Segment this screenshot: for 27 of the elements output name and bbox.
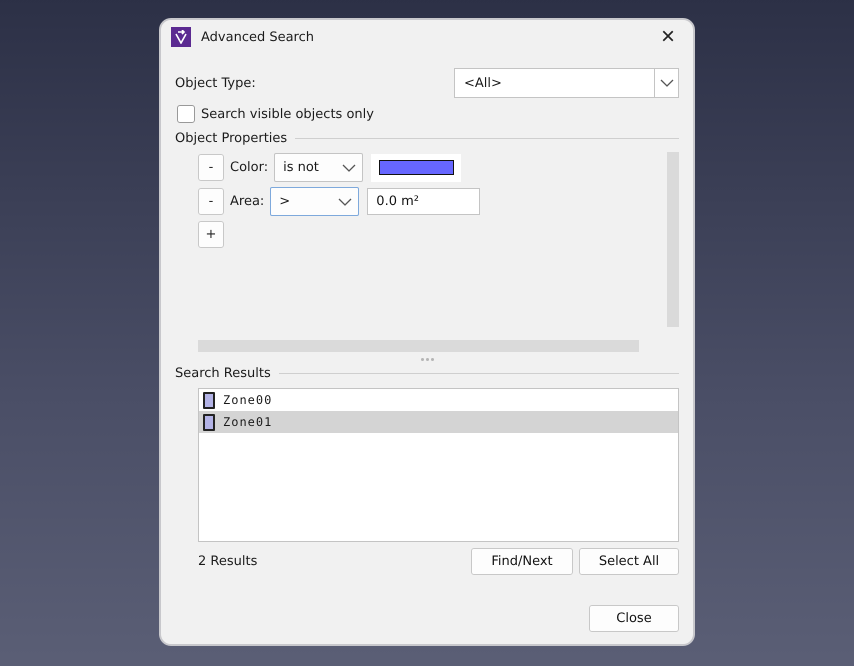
condition-label: Color:	[230, 160, 268, 175]
remove-condition-button[interactable]: -	[198, 188, 224, 215]
result-item[interactable]: Zone00	[199, 389, 678, 411]
object-type-label: Object Type:	[175, 76, 256, 90]
condition-label: Area:	[230, 194, 264, 209]
color-picker[interactable]	[371, 154, 462, 182]
window-title: Advanced Search	[201, 30, 316, 44]
result-item[interactable]: Zone01	[199, 411, 678, 433]
find-next-button[interactable]: Find/Next	[471, 548, 573, 575]
remove-condition-button[interactable]: -	[198, 154, 224, 181]
object-type-dropdown[interactable]: <All>	[454, 68, 679, 98]
visible-only-checkbox[interactable]	[177, 105, 195, 123]
app-logo-icon	[171, 27, 191, 47]
caret-icon	[660, 79, 674, 87]
close-dialog-button[interactable]: Close	[589, 605, 679, 632]
select-all-button[interactable]: Select All	[579, 548, 679, 575]
caret-icon	[342, 164, 356, 172]
visible-only-label: Search visible objects only	[201, 106, 374, 122]
results-count: 2 Results	[198, 554, 258, 569]
operator-dropdown[interactable]: >	[270, 187, 360, 216]
section-heading: Object Properties	[175, 131, 288, 146]
add-condition-button[interactable]: +	[198, 221, 224, 248]
operator-dropdown[interactable]: is not	[274, 153, 364, 182]
caret-icon	[338, 198, 352, 206]
value-field[interactable]: 0.0 m²	[367, 188, 480, 215]
section-heading: Search Results	[175, 366, 271, 381]
close-button[interactable]: ×	[653, 25, 683, 49]
